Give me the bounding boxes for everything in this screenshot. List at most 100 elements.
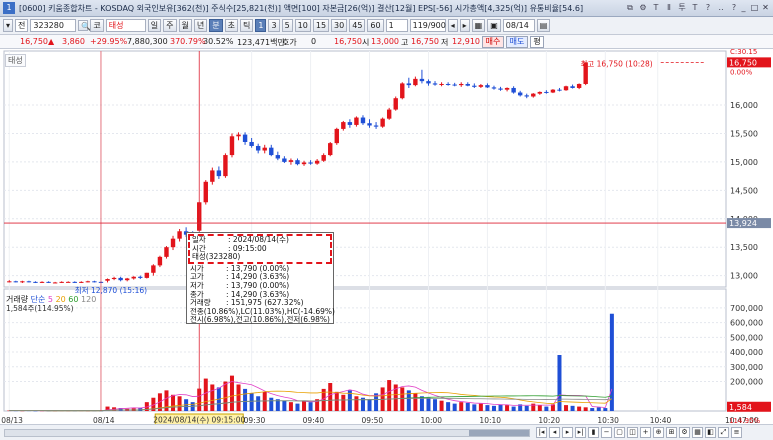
period-minute[interactable]: 분 [209,19,223,32]
bottom-bar: |◂ ◂ ▸ ▸| ▮ − ▢ ◫ + ⊕ ⊞ ⚙ ▦ ◧ ⤢ ≡ [0,424,773,440]
name-prefix-button[interactable]: 코 [90,19,104,32]
calendar-icon[interactable]: ▤ [536,19,551,32]
period-day[interactable]: 일 [147,19,162,32]
candle-body [439,83,444,85]
invest-icon[interactable]: 투 [677,3,687,13]
mode-select[interactable]: 전 [15,19,29,32]
info-icon[interactable]: ≡ [731,427,742,438]
horizontal-scrollbar[interactable] [4,429,530,437]
volume-bar [354,396,359,411]
period-year[interactable]: 년 [193,19,208,32]
average-button[interactable]: 평 [530,36,544,48]
more-icon[interactable]: ‥ [716,3,726,13]
interval-30[interactable]: 30 [331,19,348,32]
candle-body [563,86,569,91]
candle-body [485,85,490,88]
candle-body [570,86,575,88]
volume-bar [243,388,248,411]
color-icon[interactable]: ◧ [705,427,716,438]
close-button[interactable]: ✕ [761,3,770,13]
forward-icon[interactable]: ▸ [562,427,573,438]
grid-icon[interactable]: ▦ [471,19,486,32]
sell-button[interactable]: 매도 [506,36,528,48]
plus-icon[interactable]: + [640,427,651,438]
low-label: 저 [441,38,449,47]
zoom-out-icon[interactable]: ◫ [627,427,638,438]
volume-bar [603,408,608,411]
fit-icon[interactable]: ⊞ [666,427,677,438]
candle-body [39,281,45,283]
font-icon[interactable]: T [690,3,700,13]
interval-15[interactable]: 15 [312,19,330,32]
volume-bar [524,405,529,411]
stock-name-field[interactable]: 태성 [105,19,146,32]
candle-body [531,93,536,97]
last-icon[interactable]: ▸| [575,427,586,438]
interval-10[interactable]: 10 [294,19,311,32]
candlestick-chart[interactable]: 최고 16,750 (10:28)최저 12,870 (15:16) 16,00… [0,48,773,440]
search-icon[interactable]: 🔍 [78,20,91,31]
volume-bar [505,405,510,411]
minimize-button[interactable]: _ [739,3,748,13]
scrollbar-thumb[interactable] [469,430,529,436]
pause-icon[interactable]: ▮ [588,427,599,438]
candle-body [301,162,307,165]
period-month[interactable]: 월 [178,19,192,32]
title-bar: 1 [0600] 키움종합차트 - KOSDAQ 외국인보유[362(천)] 주… [0,0,773,17]
buy-button[interactable]: 매수 [482,36,504,48]
layout-icon[interactable]: ▦ [692,427,703,438]
period-week[interactable]: 주 [163,19,177,32]
help-icon[interactable]: ? [703,3,713,13]
candle-body [79,281,84,283]
settings-small-icon[interactable]: ⚙ [679,427,690,438]
zoom-in-icon[interactable]: ⊕ [653,427,664,438]
period-tick[interactable]: 틱 [240,19,254,32]
volume-bar [308,402,313,411]
interval-60[interactable]: 60 [367,19,384,32]
volume-bar [478,403,483,411]
interval-input[interactable]: 1 [385,19,408,32]
volume-bar [452,403,457,411]
expand-icon[interactable]: ⤢ [718,427,729,438]
data-count-field[interactable]: 119/900 [409,19,446,32]
question-icon[interactable]: ? [729,3,739,13]
settings-icon[interactable]: ⚙ [638,3,648,13]
open-price: 13,000 [371,37,399,46]
volume-bar [498,404,503,411]
first-icon[interactable]: |◂ [536,427,547,438]
chart-tab-label[interactable]: 태성 [5,54,26,67]
candle-body [393,98,398,110]
minus-icon[interactable]: − [601,427,612,438]
candle-body [242,134,248,142]
change-percent: +29.95% [90,37,128,46]
interval-3[interactable]: 3 [268,19,280,32]
square-icon[interactable]: ▢ [614,427,625,438]
candle-body [465,83,470,86]
back-icon[interactable]: ◂ [549,427,560,438]
lock-icon[interactable]: ▣ [487,19,501,32]
nav-buttons: |◂ ◂ ▸ ▸| ▮ − ▢ ◫ + ⊕ ⊞ ⚙ ▦ ◧ ⤢ ≡ [536,427,742,438]
code-input[interactable]: 323280 [30,19,77,32]
chart-area[interactable]: 최고 16,750 (10:28) 최저 12,870 (15:16) 16,00… [0,48,773,440]
next-icon[interactable]: ▸ [459,19,470,32]
text-icon[interactable]: T [651,3,661,13]
high-annotation: 최고 16,750 (10:28) [580,58,652,68]
volume-bar [472,404,477,411]
candle-body [517,92,523,96]
period-second[interactable]: 초 [224,19,239,32]
prev-icon[interactable]: ◂ [447,19,458,32]
split-icon[interactable]: Ⅱ [664,3,674,13]
volume-bar [564,405,569,411]
interval-5[interactable]: 5 [281,19,293,32]
date-field[interactable]: 08/14 [502,19,535,32]
candle-body [413,78,418,86]
market-dropdown[interactable]: ▾ [3,19,14,32]
link-icon[interactable]: ⧉ [625,3,635,13]
interval-1[interactable]: 1 [255,19,267,32]
interval-45[interactable]: 45 [349,19,366,32]
candle-body [26,281,32,283]
maximize-button[interactable]: □ [750,3,759,13]
price-tick-label: 13,500 [730,243,758,252]
price-info-bar: 16,750 ▲ 3,860 +29.95% 7,880,300 370.79%… [0,35,773,49]
candle-body [360,117,366,124]
